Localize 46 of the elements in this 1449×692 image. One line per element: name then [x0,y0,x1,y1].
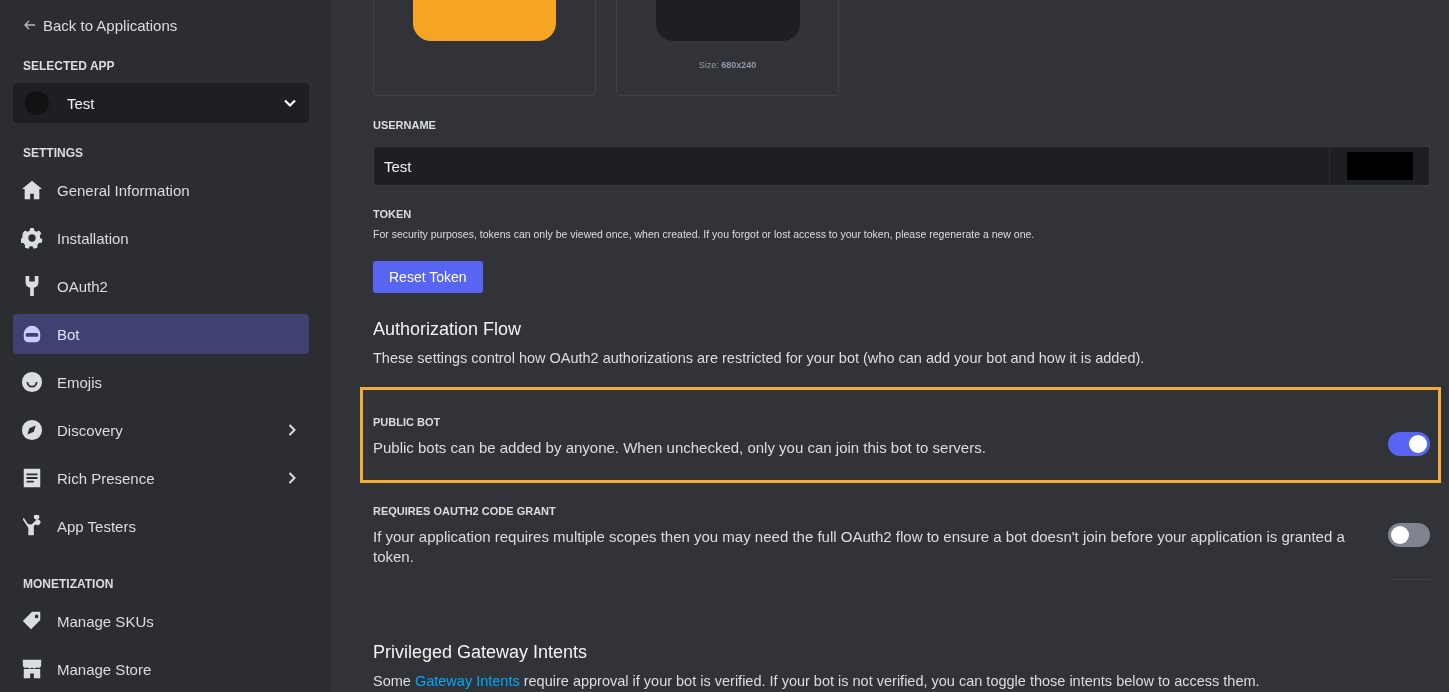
setting-description: If your application requires multiple scopes then you may need the full OAuth2 flow to ensure a bot doesn't join before your application is granted a token. [373,527,1346,567]
section-heading: Authorization Flow [373,319,523,340]
section-description: These settings control how OAuth2 authorizations are restricted for your bot (who can add your bot and how it is added). [373,350,1146,366]
nav-item[interactable]: Installation [13,218,309,258]
toggle-switch[interactable] [1388,523,1430,547]
nav-item[interactable]: Bot [13,314,309,354]
setting-label: PUBLIC BOT [373,416,442,428]
nav-item[interactable]: OAuth2 [13,266,309,306]
field-label: USERNAME [373,119,437,133]
smiley-icon [21,371,43,393]
banner-upload-card[interactable]: Size: 680x240 [616,0,839,96]
color-picker[interactable] [1329,146,1430,186]
app-dropdown[interactable]: Test [13,83,309,123]
color-swatch [1346,152,1413,180]
section-label: SETTINGS [22,146,84,160]
robot-icon [21,323,43,345]
nav-item[interactable]: Manage Store [13,649,309,689]
field-label: TOKEN [373,208,413,222]
icon-upload-card[interactable] [373,0,596,96]
nav-item[interactable]: App Testers [13,506,309,546]
nav-item[interactable]: Rich Presence [13,458,309,498]
gear-icon [21,227,43,249]
nav-item[interactable]: Manage SKUs [13,601,309,641]
house-icon [21,179,43,201]
gateway-intents-link[interactable]: Gateway Intents [414,673,520,689]
banner-size-text: Size: 680x240 [698,60,757,70]
toggle-switch[interactable] [1388,432,1430,456]
token-description: For security purposes, tokens can only be viewed once, when created. If you forgot or lost access to your token, please regenerate a new one. [373,228,1036,240]
document-icon [21,467,43,489]
username-field[interactable]: Test [373,146,1329,186]
section-label: MONETIZATION [22,577,115,591]
nav-item[interactable]: Discovery [13,410,309,450]
nav-item[interactable]: Emojis [13,362,309,402]
person-waving-icon [21,515,43,537]
section-label: SELECTED APP [22,59,116,73]
tag-icon [21,610,43,632]
section-description: Some Gateway Intents require approval if your bot is verified. If your bot is not verified, you can toggle those intents below to access them. [373,673,1261,689]
nav-item[interactable]: General Information [13,170,309,210]
back-link[interactable]: Back to Applications [13,14,309,36]
setting-label: REQUIRES OAUTH2 CODE GRANT [373,505,557,517]
section-heading: Privileged Gateway Intents [373,642,589,663]
compass-icon [21,419,43,441]
arrow-left-icon [23,18,37,32]
reset-token-button[interactable]: Reset Token [373,261,483,293]
storefront-icon [21,658,43,680]
setting-description: Public bots can be added by anyone. When unchecked, only you can join this bot to servers. [373,438,987,458]
